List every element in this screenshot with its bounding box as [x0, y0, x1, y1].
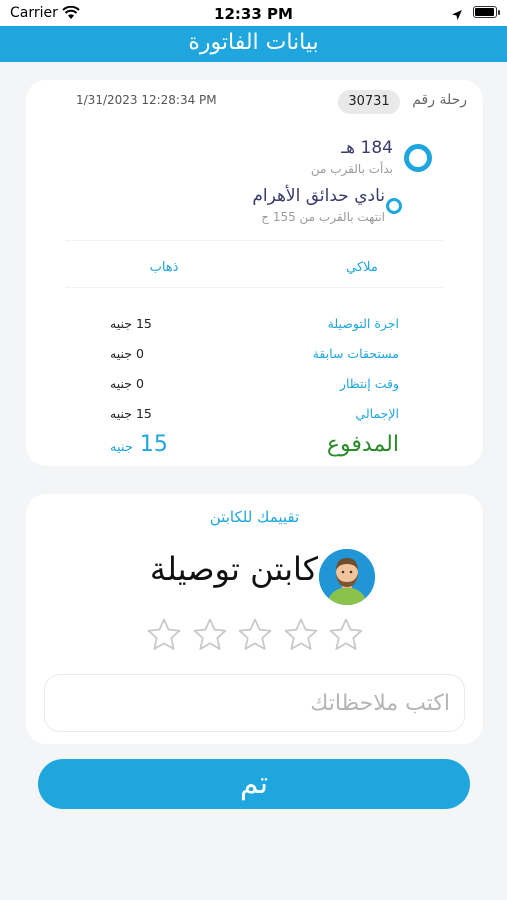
star-outline-icon[interactable]	[145, 616, 183, 654]
paid-label: المدفوع	[326, 432, 399, 457]
star-outline-icon[interactable]	[282, 616, 320, 654]
rating-title: تقييمك للكابتن	[209, 508, 300, 526]
notes-input[interactable]	[45, 675, 464, 731]
fare-row-label: مستحقات سابقة	[312, 346, 399, 361]
fare-row-value: 0 جنيه	[110, 376, 144, 391]
fare-row: وقت إنتظار 0 جنيه	[26, 376, 483, 400]
rating-card: تقييمك للكابتن كابتن توصيلة	[26, 494, 483, 744]
fare-row: مستحقات سابقة 0 جنيه	[26, 346, 483, 370]
paid-amount-unit: جنيه	[110, 440, 133, 455]
vehicle-type: ملاكي	[346, 260, 378, 275]
star-rating[interactable]	[145, 616, 365, 656]
fare-row-value: 15 جنيه	[110, 406, 152, 421]
fare-row: اجرة التوصيلة 15 جنيه	[26, 316, 483, 340]
status-bar: Carrier 12:33 PM	[0, 0, 507, 26]
star-outline-icon[interactable]	[236, 616, 274, 654]
battery-icon	[473, 6, 497, 18]
clock: 12:33 PM	[214, 5, 293, 23]
done-button[interactable]: تم	[38, 759, 470, 809]
battery-tip	[498, 10, 500, 15]
page-title: بيانات الفاتورة	[188, 30, 319, 55]
dropoff-marker-icon	[386, 198, 402, 214]
dropoff-caption: انتهت بالقرب من 155 ج	[261, 210, 385, 224]
paid-amount-value: 15	[139, 432, 168, 457]
star-outline-icon[interactable]	[327, 616, 365, 654]
captain-name: كابتن توصيلة	[149, 550, 318, 588]
invoice-card: رحلة رقم 30731 1/31/2023 12:28:34 PM 184…	[26, 80, 483, 466]
fare-row-value: 15 جنيه	[110, 316, 152, 331]
trip-number-label: رحلة رقم	[412, 92, 467, 108]
captain-avatar	[316, 546, 378, 608]
trip-direction: ذهاب	[149, 260, 179, 275]
paid-amount: 15 جنيه	[110, 432, 168, 457]
notes-field-wrapper	[44, 674, 465, 732]
fare-row-label: اجرة التوصيلة	[327, 316, 399, 331]
fare-row-label: الإجمالي	[355, 406, 399, 421]
pickup-marker-icon	[404, 144, 432, 172]
dropoff-location: نادي حدائق الأهرام	[252, 186, 385, 206]
star-outline-icon[interactable]	[191, 616, 229, 654]
trip-number-badge: 30731	[338, 90, 400, 114]
fare-row-value: 0 جنيه	[110, 346, 144, 361]
trip-date: 1/31/2023 12:28:34 PM	[76, 93, 217, 107]
pickup-location: 184 هـ	[341, 138, 393, 158]
app-header: بيانات الفاتورة	[0, 26, 507, 62]
pickup-caption: بدأت بالقرب من	[310, 162, 393, 176]
location-arrow-icon	[451, 6, 463, 25]
fare-row: الإجمالي 15 جنيه	[26, 406, 483, 430]
fare-row-label: وقت إنتظار	[339, 376, 399, 391]
